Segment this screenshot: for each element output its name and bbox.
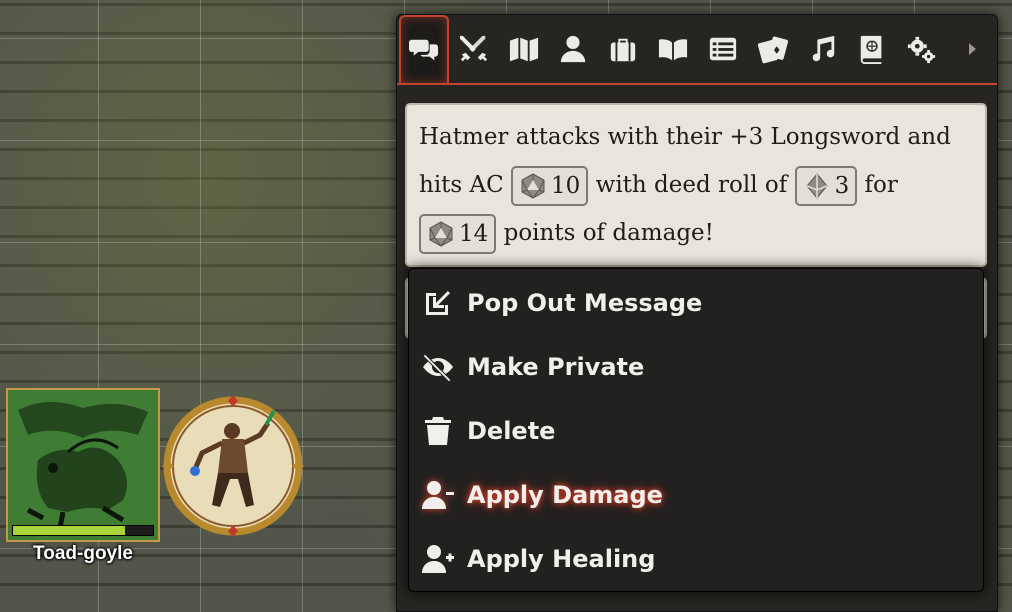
menu-item-label: Delete bbox=[467, 417, 556, 445]
user-minus-icon bbox=[422, 481, 454, 509]
menu-item-delete[interactable]: Delete bbox=[419, 406, 975, 456]
eye-slash-icon bbox=[422, 353, 453, 383]
damage-roll-chip[interactable]: 14 bbox=[419, 214, 497, 254]
tab-actors[interactable] bbox=[549, 15, 599, 83]
tab-chat[interactable] bbox=[399, 15, 449, 83]
tab-items[interactable] bbox=[598, 15, 648, 83]
map-icon bbox=[509, 37, 538, 62]
d4-icon bbox=[805, 173, 828, 199]
message-context-menu: Pop Out Message Make Private Delete Appl… bbox=[408, 268, 984, 592]
atlas-icon bbox=[861, 35, 882, 64]
suitcase-icon bbox=[611, 38, 636, 62]
token-hatmer[interactable] bbox=[160, 393, 306, 539]
d20-icon bbox=[521, 173, 545, 199]
list-icon bbox=[709, 37, 737, 61]
trash-icon bbox=[425, 417, 451, 445]
menu-item-label: Pop Out Message bbox=[467, 289, 703, 317]
menu-item-pop-out[interactable]: Pop Out Message bbox=[419, 278, 975, 328]
ac-value: 10 bbox=[551, 173, 581, 199]
deed-roll-chip[interactable]: 3 bbox=[794, 166, 858, 206]
chat-message[interactable]: Hatmer attacks with their +3 Longsword a… bbox=[405, 103, 987, 267]
menu-item-label: Make Private bbox=[467, 353, 645, 381]
tab-settings[interactable] bbox=[897, 15, 947, 83]
external-link-icon bbox=[426, 291, 450, 315]
tab-cards[interactable] bbox=[748, 15, 798, 83]
menu-item-make-private[interactable]: Make Private bbox=[419, 342, 975, 392]
cards-icon bbox=[757, 36, 788, 64]
token-name-label: Toad-goyle bbox=[33, 543, 133, 564]
tab-scenes[interactable] bbox=[499, 15, 549, 83]
sidebar-tabs bbox=[397, 15, 997, 85]
comments-icon bbox=[408, 39, 438, 61]
caret-right-icon bbox=[969, 43, 977, 55]
ac-roll-chip[interactable]: 10 bbox=[511, 166, 589, 206]
message-text-part4: points of damage! bbox=[503, 220, 714, 246]
cogs-icon bbox=[908, 36, 936, 64]
damage-value: 14 bbox=[459, 221, 489, 247]
user-plus-icon bbox=[422, 545, 454, 573]
toad-goyle-portrait bbox=[8, 390, 158, 540]
menu-item-apply-healing[interactable]: Apply Healing bbox=[419, 534, 975, 584]
menu-item-label: Apply Healing bbox=[467, 545, 656, 573]
message-text-part2: with deed roll of bbox=[595, 172, 788, 198]
menu-item-label: Apply Damage bbox=[467, 481, 663, 509]
tab-collapse[interactable] bbox=[947, 15, 997, 83]
d20-icon bbox=[429, 221, 453, 247]
hatmer-portrait bbox=[162, 395, 304, 537]
deed-value: 3 bbox=[834, 173, 850, 199]
tab-compendium[interactable] bbox=[847, 15, 897, 83]
tab-playlists[interactable] bbox=[798, 15, 848, 83]
crossed-swords-icon bbox=[459, 35, 487, 62]
tab-combat[interactable] bbox=[449, 15, 499, 83]
token-toad-goyle[interactable] bbox=[6, 388, 160, 542]
message-text-part3: for bbox=[864, 172, 898, 198]
music-icon bbox=[812, 35, 834, 62]
book-open-icon bbox=[659, 39, 688, 61]
menu-item-apply-damage[interactable]: Apply Damage bbox=[419, 470, 975, 520]
tab-journal[interactable] bbox=[648, 15, 698, 83]
user-icon bbox=[561, 35, 586, 63]
token-health-bar bbox=[12, 525, 154, 536]
tab-tables[interactable] bbox=[698, 15, 748, 83]
